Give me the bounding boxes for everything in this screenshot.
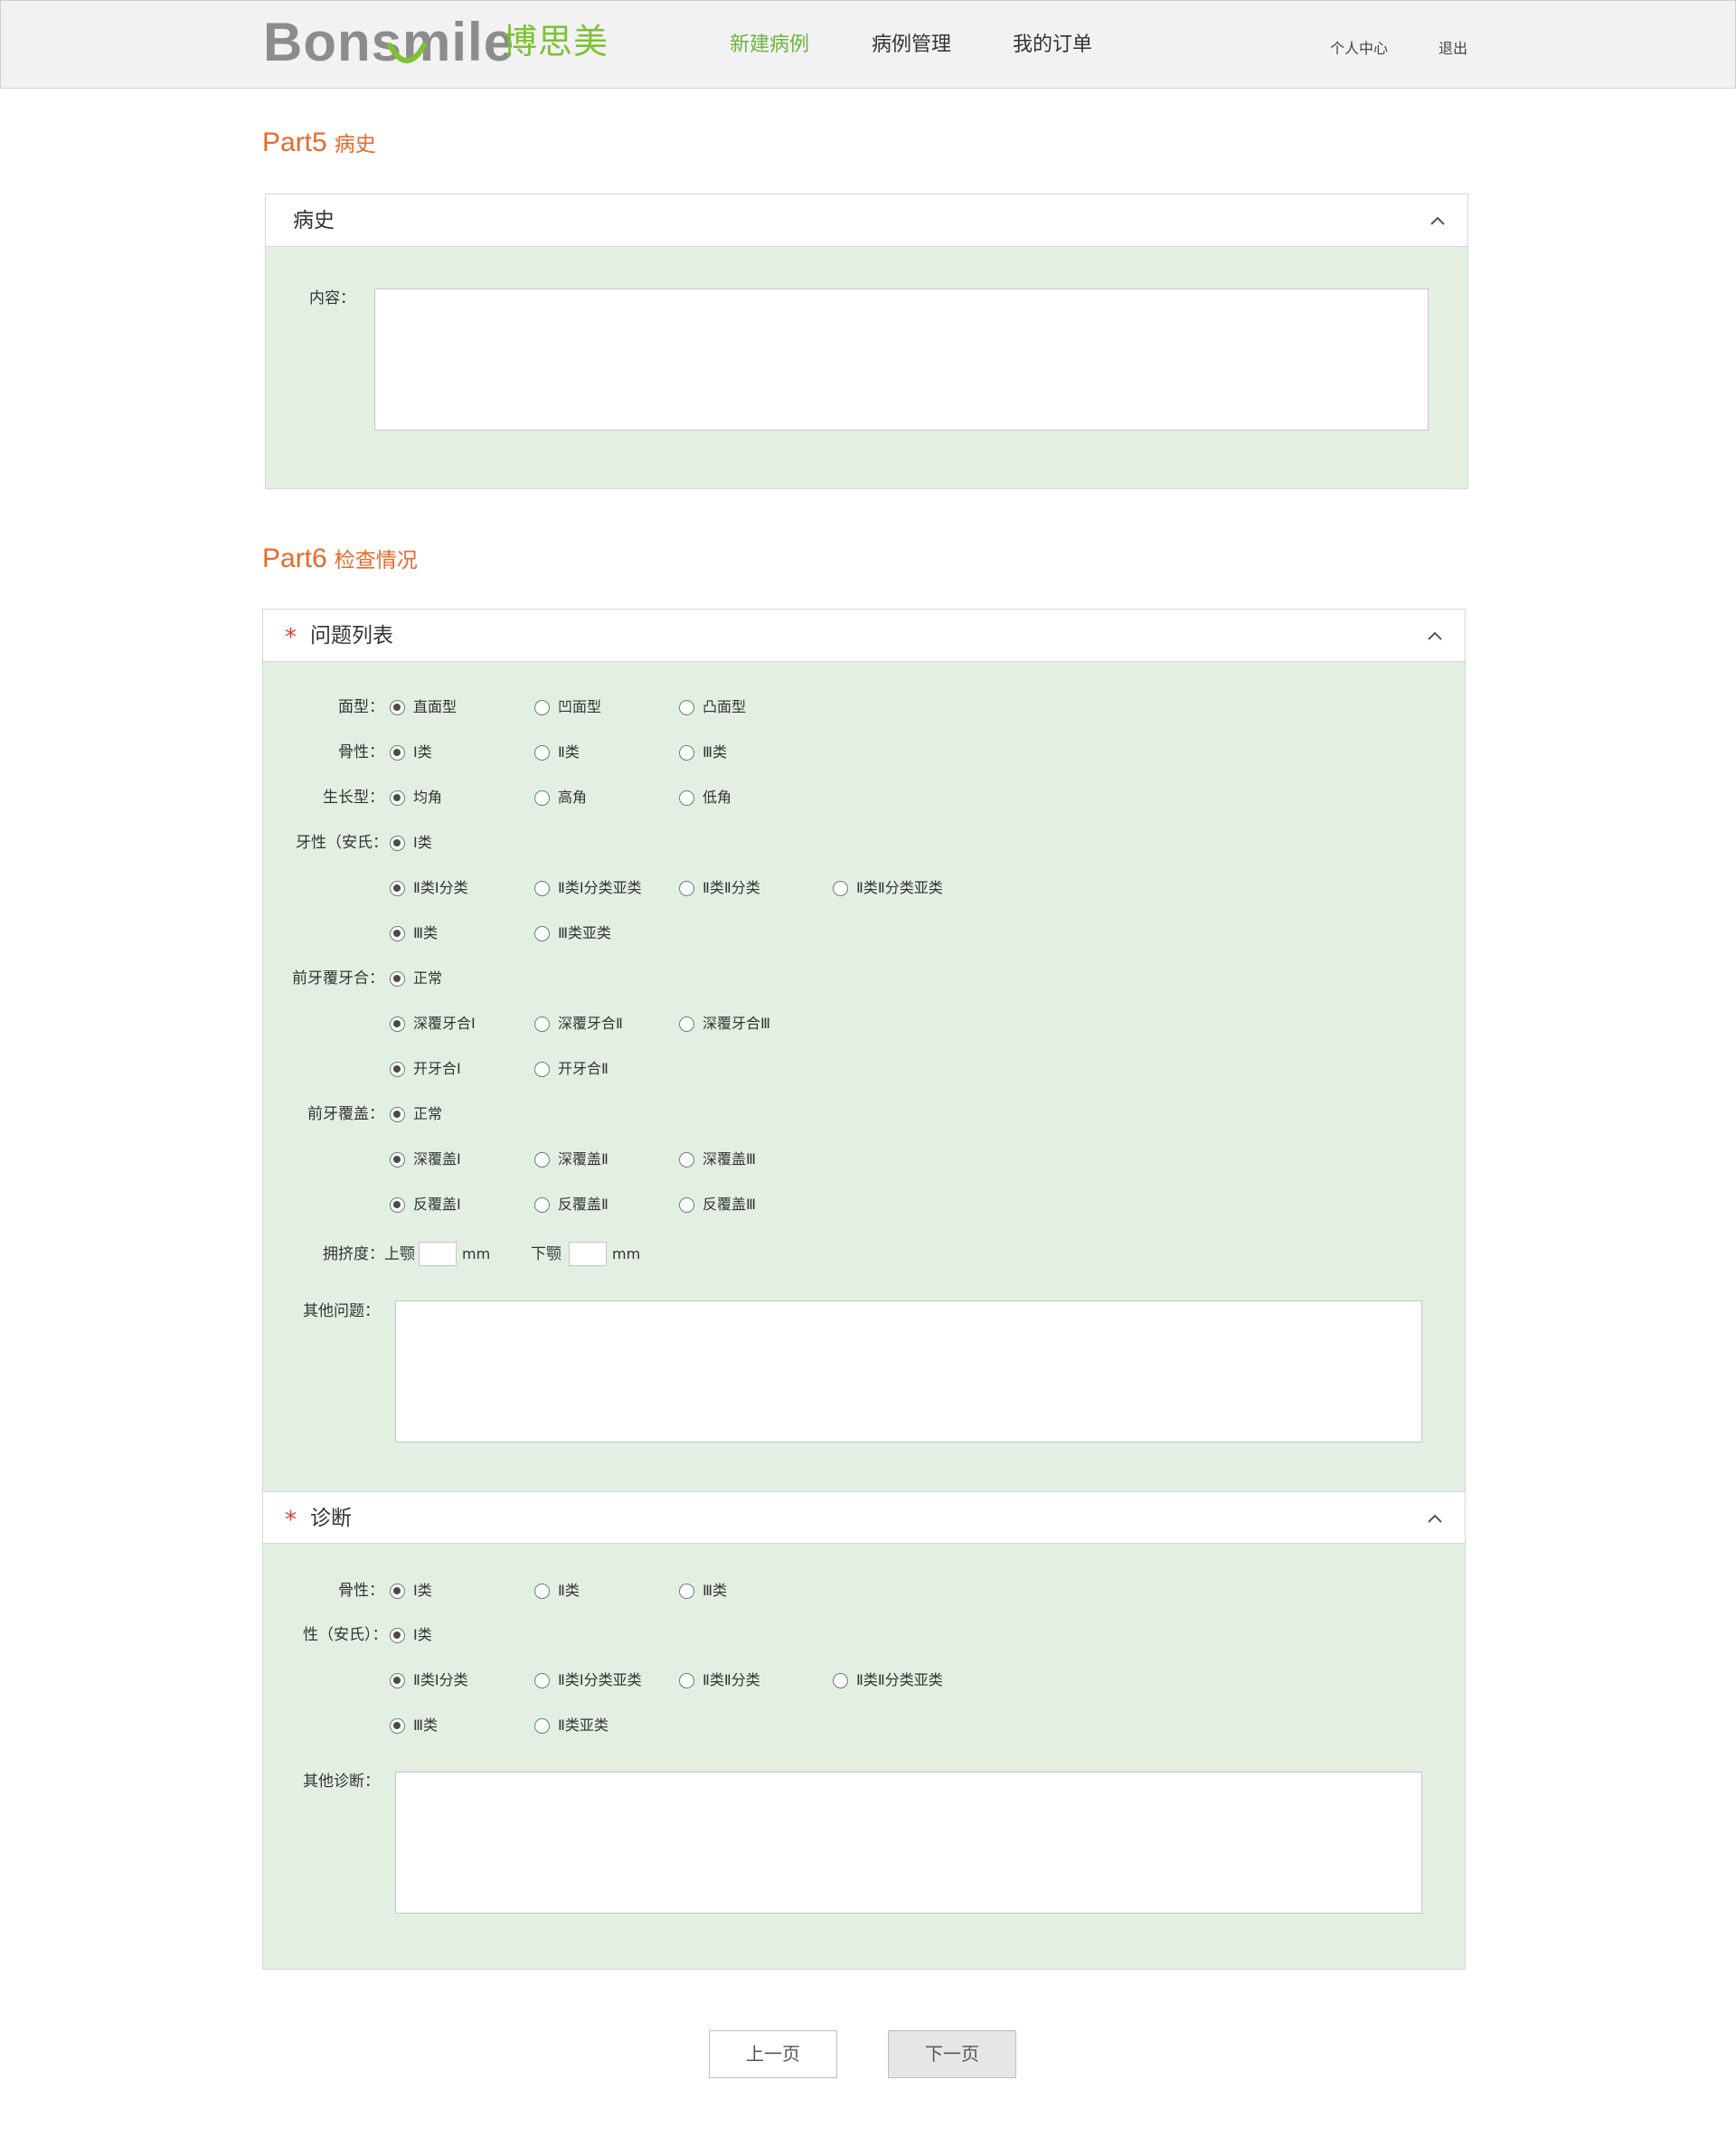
history-panel-title: 病史: [293, 209, 335, 232]
skeletal-label: 骨性：: [338, 743, 384, 761]
overjet-label: 前牙覆盖：: [307, 1105, 384, 1123]
crowding-lower-unit: mm: [612, 1245, 641, 1262]
logo-text-cn: 博思美: [503, 22, 609, 61]
crowding-upper-unit: mm: [462, 1245, 491, 1262]
prev-page-button[interactable]: 上一页: [709, 2030, 837, 2078]
face-type-label: 面型：: [338, 698, 384, 716]
part5-number: Part5: [262, 128, 327, 157]
part5-name: 病史: [334, 133, 376, 156]
chevron-up-icon[interactable]: [1425, 626, 1445, 646]
problems-panel-header[interactable]: * 问题列表: [263, 610, 1465, 662]
growth-type-label: 生长型：: [323, 789, 384, 807]
user-center-link[interactable]: 个人中心: [1330, 39, 1388, 59]
chevron-up-icon[interactable]: [1428, 211, 1448, 231]
diag-dental-label: 性（安氏）：: [303, 1626, 388, 1644]
chevron-up-icon[interactable]: [1425, 1508, 1445, 1528]
history-panel-header[interactable]: 病史: [266, 194, 1467, 247]
history-panel: 病史 内容：: [265, 194, 1468, 489]
smile-icon: [387, 43, 427, 63]
part5-title: Part5 病史: [262, 125, 376, 161]
exam-panel: * 问题列表 面型： 直面型 凹面型 凸面型 骨性： Ⅰ类 Ⅱ类 Ⅲ类 生长型：…: [262, 609, 1466, 1970]
part6-name: 检查情况: [334, 549, 418, 572]
part6-number: Part6: [262, 544, 327, 573]
crowding-label: 拥挤度：上颚: [323, 1245, 415, 1263]
logout-link[interactable]: 退出: [1439, 39, 1467, 59]
required-mark: *: [285, 1507, 297, 1534]
nav-case-manage[interactable]: 病例管理: [872, 30, 951, 61]
other-problems-textarea[interactable]: [395, 1300, 1422, 1442]
bonsmile-logo[interactable]: Bonsmile 博思美: [263, 10, 616, 75]
overbite-label: 前牙覆牙合：: [292, 969, 384, 988]
nav-my-orders[interactable]: 我的订单: [1013, 30, 1092, 61]
required-mark: *: [285, 624, 297, 651]
diag-skeletal-label: 骨性：: [338, 1582, 384, 1600]
nav-new-case[interactable]: 新建病例: [730, 30, 809, 61]
part6-title: Part6 检查情况: [262, 541, 418, 577]
crowding-lower-label: 下颚: [531, 1245, 561, 1263]
crowding-upper-input[interactable]: [419, 1242, 457, 1266]
crowding-lower-input[interactable]: [569, 1242, 607, 1266]
history-content-textarea[interactable]: [374, 288, 1429, 430]
diagnosis-panel-header[interactable]: * 诊断: [263, 1491, 1465, 1544]
problems-panel-title: 问题列表: [310, 624, 393, 648]
diagnosis-panel-title: 诊断: [310, 1507, 352, 1530]
history-content-label: 内容：: [309, 289, 355, 307]
dental-label: 牙性（安氏：: [296, 834, 388, 852]
top-header: Bonsmile 博思美 新建病例 病例管理 我的订单 个人中心 退出: [0, 0, 1736, 89]
next-page-button[interactable]: 下一页: [888, 2030, 1016, 2078]
other-diagnosis-label: 其他诊断：: [303, 1773, 380, 1791]
other-problems-label: 其他问题：: [303, 1302, 380, 1320]
other-diagnosis-textarea[interactable]: [395, 1772, 1422, 1914]
